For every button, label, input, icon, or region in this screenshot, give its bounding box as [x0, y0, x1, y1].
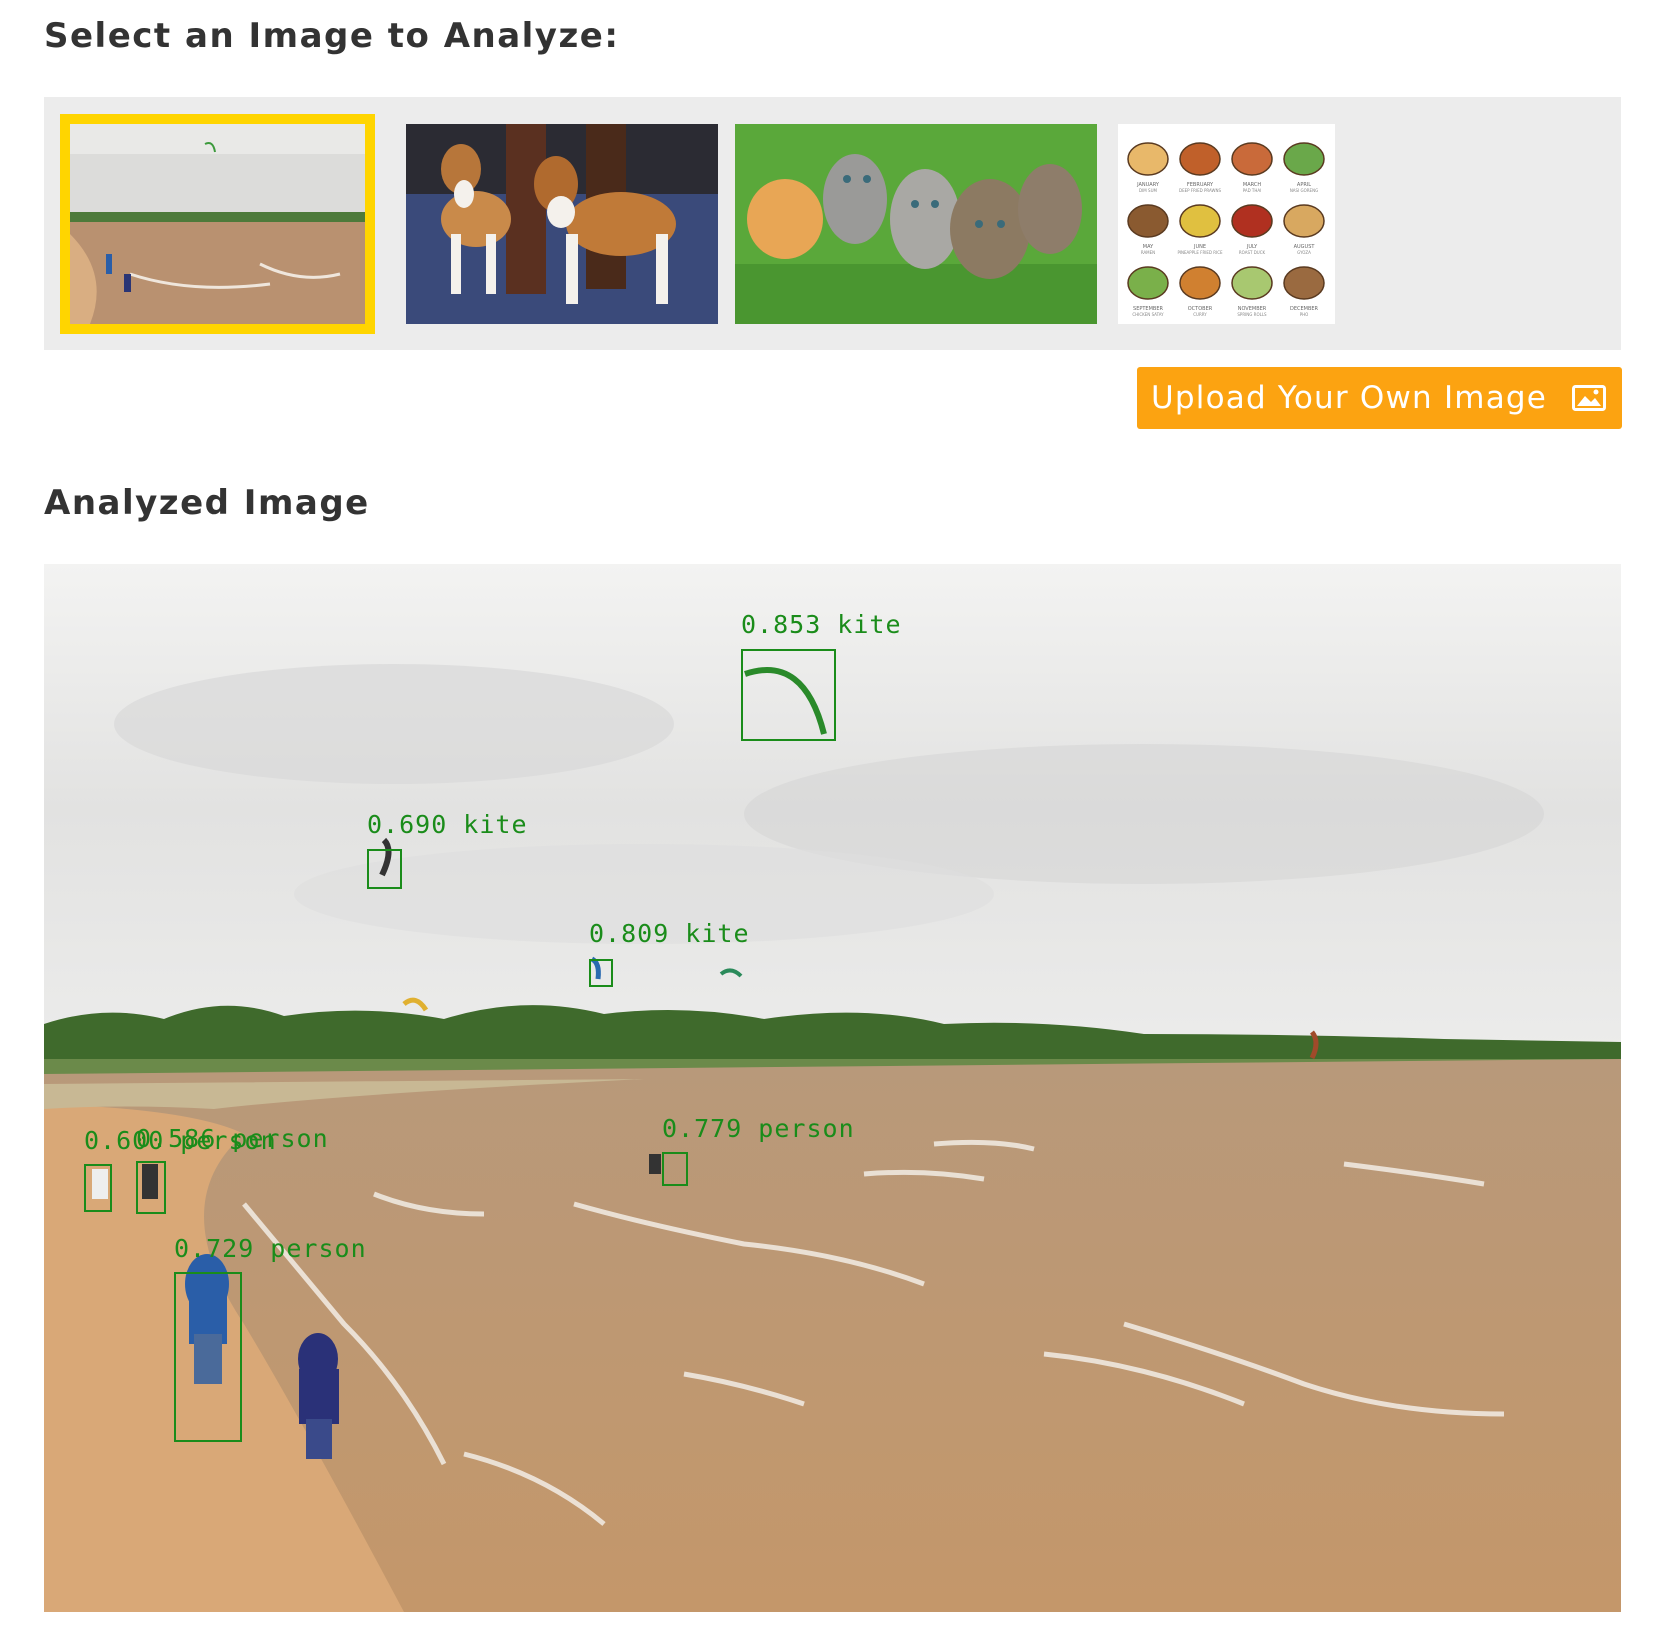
food-dish-5: [1127, 204, 1169, 238]
food-dish-1: [1127, 142, 1169, 176]
detection-label-person-3: 0.586 person: [136, 1124, 329, 1153]
kittens-thumbnail-image: [735, 124, 1097, 324]
image-gallery: JANUARY DIM SUM FEBRUARY DEEP FRIED PRAWNS M…: [44, 97, 1621, 350]
detection-label-person-4: 0.729 person: [174, 1234, 367, 1263]
food-dish-name-3: PAD THAI: [1243, 188, 1262, 193]
food-dish-3: [1231, 142, 1273, 176]
food-dish-4: [1283, 142, 1325, 176]
image-icon: [1572, 385, 1606, 411]
detection-box-person-1: [662, 1152, 688, 1186]
detection-label-person-1: 0.779 person: [662, 1114, 855, 1143]
detection-box-person-2: [84, 1164, 112, 1212]
food-dish-name-2: DEEP FRIED PRAWNS: [1179, 188, 1221, 193]
select-image-heading: Select an Image to Analyze:: [44, 16, 620, 56]
food-dish-name-11: SPRING ROLLS: [1237, 312, 1267, 317]
upload-image-button[interactable]: Upload Your Own Image: [1137, 367, 1622, 429]
detection-label-kite-1: 0.853 kite: [741, 610, 902, 639]
detection-label-kite-3: 0.809 kite: [589, 919, 750, 948]
food-dish-name-10: CURRY: [1193, 312, 1207, 317]
food-dish-10: [1179, 266, 1221, 300]
thumbnail-beach-kites[interactable]: [60, 114, 375, 334]
food-dish-11: [1231, 266, 1273, 300]
thumbnail-beagles[interactable]: [406, 124, 718, 324]
food-dish-12: [1283, 266, 1325, 300]
detection-box-kite-1: [741, 649, 836, 741]
food-dish-name-4: NASI GORENG: [1290, 188, 1318, 193]
detection-box-kite-3: [589, 959, 613, 987]
food-calendar-thumbnail-image: JANUARYDIM SUMFEBRUARYDEEP FRIED PRAWNSM…: [1127, 142, 1325, 317]
detection-box-kite-2: [367, 849, 402, 889]
food-dish-name-12: PHO: [1300, 312, 1309, 317]
detection-box-person-4: [174, 1272, 242, 1442]
food-dish-7: [1231, 204, 1273, 238]
thumbnail-kittens[interactable]: [735, 124, 1097, 324]
food-dish-name-1: DIM SUM: [1139, 188, 1157, 193]
food-dish-name-9: CHICKEN SATAY: [1132, 312, 1164, 317]
beagles-thumbnail-image: [406, 124, 718, 324]
food-dish-2: [1179, 142, 1221, 176]
analyzed-image: 0.853 kite 0.690 kite 0.809 kite 0.779 p…: [44, 564, 1621, 1612]
analyzed-image-heading: Analyzed Image: [44, 483, 370, 523]
beach-thumbnail-image: [70, 124, 365, 324]
upload-button-label: Upload Your Own Image: [1151, 380, 1548, 416]
detection-box-person-3: [136, 1161, 166, 1214]
food-dish-name-8: GYOZA: [1297, 250, 1311, 255]
food-dish-9: [1127, 266, 1169, 300]
detection-label-kite-2: 0.690 kite: [367, 810, 528, 839]
food-dish-name-7: ROAST DUCK: [1239, 250, 1266, 255]
food-dish-name-5: RAMEN: [1141, 250, 1155, 255]
food-dish-8: [1283, 204, 1325, 238]
food-dish-6: [1179, 204, 1221, 238]
food-dish-name-6: PINEAPPLE FRIED RICE: [1177, 250, 1223, 255]
thumbnail-food-calendar[interactable]: JANUARY DIM SUM FEBRUARY DEEP FRIED PRAWNS M…: [1118, 124, 1335, 324]
